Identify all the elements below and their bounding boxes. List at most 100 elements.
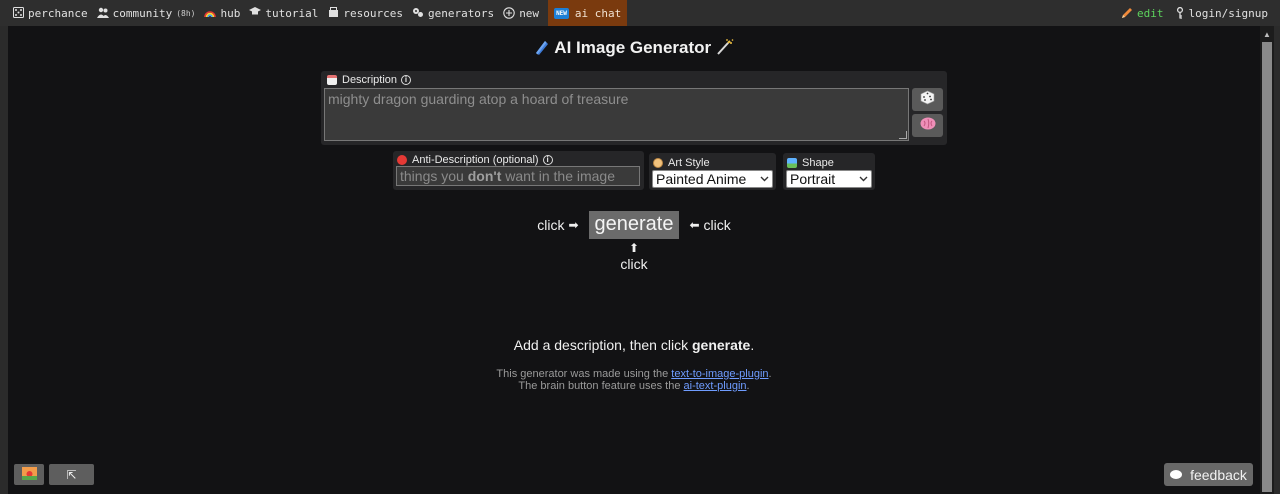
key-icon xyxy=(1176,6,1185,19)
anti-placeholder-before: things you xyxy=(400,168,468,184)
nav-sublabel: (8h) xyxy=(176,8,196,18)
shape-label-text: Shape xyxy=(802,157,834,169)
generator-frame: AI Image Generator Description i mighty … xyxy=(8,26,1260,494)
status-message: Add a description, then click generate. xyxy=(8,337,1260,353)
arrow-up-left-icon: ⇱ xyxy=(66,467,77,482)
anti-description-input[interactable]: things you don't want in the image xyxy=(396,166,640,186)
nav-label: resources xyxy=(343,6,403,20)
credits-text: The brain button feature uses the xyxy=(518,380,684,392)
gears-icon xyxy=(412,7,424,19)
nav-item-perchance[interactable]: perchance xyxy=(12,0,93,26)
text-to-image-plugin-link[interactable]: text-to-image-plugin xyxy=(671,368,768,380)
nav-label: ai chat xyxy=(574,6,622,20)
nav-label: community xyxy=(112,6,173,20)
generate-row: click ➡ generate ⬅ click xyxy=(8,211,1260,239)
nav-item-new[interactable]: new xyxy=(503,0,544,26)
click-hint-left: click xyxy=(537,217,565,233)
nav-label: tutorial xyxy=(265,6,319,20)
description-textarea[interactable]: mighty dragon guarding atop a hoard of t… xyxy=(324,88,909,141)
shape-select[interactable]: Portrait xyxy=(786,170,872,188)
chevron-down-icon xyxy=(859,171,868,187)
nav-item-hub[interactable]: hub xyxy=(204,0,245,26)
crystal-icon xyxy=(534,40,554,57)
credits-line-1: This generator was made using the text-t… xyxy=(8,368,1260,380)
nav-item-generators[interactable]: generators xyxy=(412,0,499,26)
gallery-button[interactable] xyxy=(14,464,44,485)
credits-text: . xyxy=(768,368,772,380)
art-style-label-text: Art Style xyxy=(668,157,710,169)
scroll-thumb[interactable] xyxy=(1262,42,1272,492)
nav-label: generators xyxy=(427,6,495,20)
login-link[interactable]: login/signup xyxy=(1176,7,1268,20)
generate-button[interactable]: generate xyxy=(588,211,680,239)
nav-item-ai-chat[interactable]: NEW ai chat xyxy=(548,0,628,26)
magic-wand-icon xyxy=(716,39,734,57)
feedback-button[interactable]: feedback xyxy=(1164,463,1253,486)
scroll-up-arrow-icon[interactable]: ▲ xyxy=(1260,28,1274,42)
plus-circle-icon xyxy=(503,7,515,19)
credits-text: This generator was made using the xyxy=(496,368,672,380)
page-title: AI Image Generator xyxy=(8,38,1260,58)
art-style-label: Art Style xyxy=(653,157,710,169)
speech-bubble-icon xyxy=(1170,470,1183,479)
scrollbar[interactable]: ▲ xyxy=(1260,26,1274,494)
info-icon[interactable]: i xyxy=(401,75,412,85)
edit-link[interactable]: edit xyxy=(1121,7,1164,20)
art-style-panel: Art Style Painted Anime xyxy=(649,153,776,190)
status-after: . xyxy=(750,337,755,353)
art-style-select[interactable]: Painted Anime xyxy=(652,170,773,188)
expand-button[interactable]: ⇱ xyxy=(49,464,94,485)
edit-label: edit xyxy=(1137,6,1164,20)
click-hint-right: click xyxy=(703,217,731,233)
status-bold: generate xyxy=(691,337,751,353)
sunset-image-icon xyxy=(21,466,37,483)
info-icon[interactable]: i xyxy=(542,155,553,165)
anti-description-label: Anti-Description (optional) i xyxy=(397,154,553,166)
description-label-text: Description xyxy=(342,74,398,86)
palette-icon xyxy=(653,158,663,168)
login-label: login/signup xyxy=(1188,6,1268,20)
description-label: Description i xyxy=(327,74,412,86)
nav-item-tutorial[interactable]: tutorial xyxy=(249,0,323,26)
art-style-value: Painted Anime xyxy=(656,171,747,187)
people-icon xyxy=(96,7,109,19)
arrow-left-icon: ⬅ xyxy=(689,218,700,232)
pencil-icon xyxy=(1121,7,1133,19)
nav-label: hub xyxy=(220,6,241,20)
brain-icon xyxy=(920,117,936,135)
brain-button[interactable] xyxy=(912,114,943,137)
resize-handle[interactable] xyxy=(899,131,907,139)
shape-panel: Shape Portrait xyxy=(783,153,875,190)
nav-label: new xyxy=(519,6,540,20)
top-nav-bar: perchance community (8h) hub tutorial re… xyxy=(0,0,1280,26)
graduation-icon xyxy=(249,7,262,19)
credits-text: . xyxy=(746,380,750,392)
arrow-up-icon: ⬆ xyxy=(628,241,640,255)
shape-value: Portrait xyxy=(790,171,836,187)
ai-text-plugin-link[interactable]: ai-text-plugin xyxy=(684,380,747,392)
status-before: Add a description, then click xyxy=(513,337,692,353)
description-placeholder: mighty dragon guarding atop a hoard of t… xyxy=(328,91,629,107)
random-description-button[interactable] xyxy=(912,88,943,111)
picture-icon xyxy=(787,158,797,168)
description-panel: Description i mighty dragon guarding ato… xyxy=(321,71,947,145)
prohibited-icon xyxy=(397,155,407,165)
click-hint-below-text: click xyxy=(620,256,648,272)
new-badge: NEW xyxy=(554,7,569,19)
box-icon xyxy=(327,7,339,19)
anti-placeholder-after: want in the image xyxy=(501,168,615,184)
credits: This generator was made using the text-t… xyxy=(8,368,1260,392)
rainbow-icon xyxy=(204,7,217,19)
nav-item-community[interactable]: community (8h) xyxy=(96,0,201,26)
anti-description-panel: Anti-Description (optional) i things you… xyxy=(393,151,644,190)
chevron-down-icon xyxy=(760,171,769,187)
nav-label: perchance xyxy=(28,6,88,20)
nav-right: edit login/signup xyxy=(1121,0,1280,26)
shape-label: Shape xyxy=(787,157,834,169)
feedback-label: feedback xyxy=(1190,466,1247,483)
dice-icon xyxy=(12,7,24,19)
anti-description-label-text: Anti-Description (optional) xyxy=(412,154,539,166)
nav-item-resources[interactable]: resources xyxy=(327,0,408,26)
click-hint-below: ⬆ click xyxy=(8,240,1260,272)
arrow-right-icon: ➡ xyxy=(568,218,579,232)
